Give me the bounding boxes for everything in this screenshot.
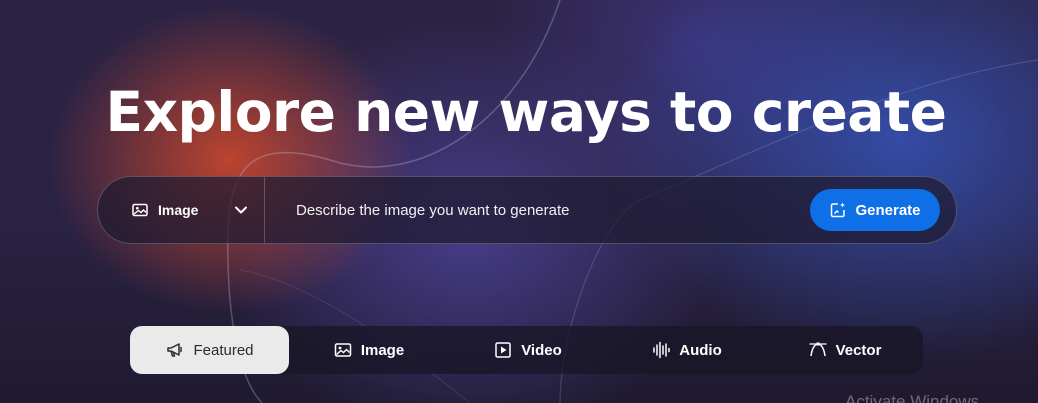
tab-video[interactable]: Video: [448, 326, 607, 374]
prompt-bar: Image Generate: [97, 176, 957, 244]
image-icon: [333, 340, 353, 360]
content-type-select[interactable]: Image: [98, 177, 265, 243]
tab-image[interactable]: Image: [289, 326, 448, 374]
category-tabs: Featured Image Video Audio Vector: [130, 326, 923, 374]
generate-sparkle-icon: [829, 201, 847, 219]
megaphone-icon: [165, 340, 185, 360]
vector-pen-icon: [808, 340, 828, 360]
play-icon: [493, 340, 513, 360]
tab-vector[interactable]: Vector: [766, 326, 923, 374]
tab-vector-label: Vector: [835, 341, 882, 359]
generate-button[interactable]: Generate: [810, 189, 940, 231]
prompt-input[interactable]: [265, 177, 810, 243]
activate-windows-watermark: Activate Windows: [845, 392, 980, 403]
tab-audio[interactable]: Audio: [607, 326, 766, 374]
tab-image-label: Image: [360, 341, 405, 359]
generate-button-label: Generate: [855, 201, 921, 219]
tab-featured-label: Featured: [193, 341, 254, 359]
tab-audio-label: Audio: [679, 341, 722, 359]
content-type-label: Image: [158, 202, 199, 218]
tab-featured[interactable]: Featured: [130, 326, 289, 374]
tab-video-label: Video: [521, 341, 562, 359]
page-title: Explore new ways to create: [105, 80, 947, 144]
chevron-down-icon[interactable]: [233, 202, 249, 218]
image-icon: [131, 201, 149, 219]
audio-waveform-icon: [651, 340, 671, 360]
